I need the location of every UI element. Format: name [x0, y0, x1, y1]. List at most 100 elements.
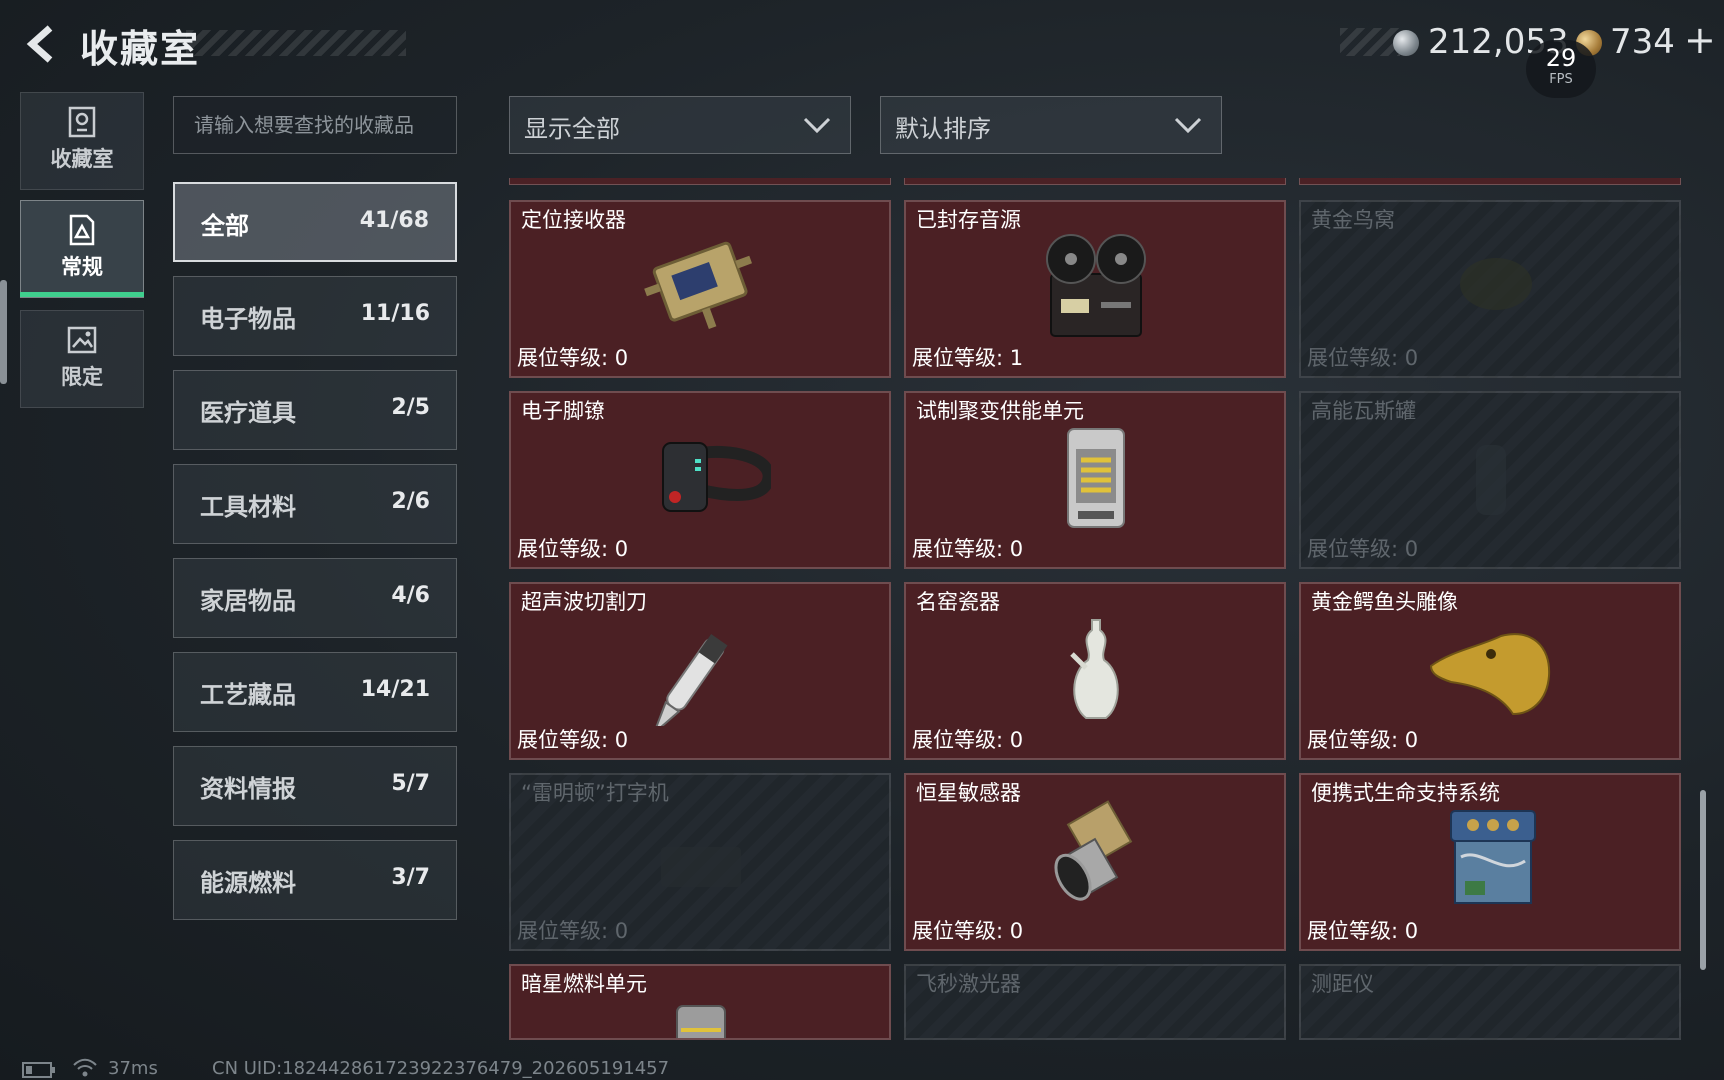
display-level: 展位等级: 0 [1307, 537, 1419, 561]
category-name: 工艺藏品 [200, 681, 296, 709]
typewriter-icon [661, 847, 741, 887]
electronic-ankle-monitor-icon [662, 442, 771, 512]
golden-crocodile-head-icon [1429, 633, 1551, 716]
chevron-down-icon [803, 117, 831, 134]
category-count: 14/21 [360, 677, 430, 702]
grid-scrollbar[interactable] [1700, 790, 1706, 970]
category-household[interactable]: 家居物品 4/6 [173, 558, 457, 638]
category-name: 医疗道具 [200, 399, 296, 427]
user-uid: CN UID:182442861723922376479_20260519145… [212, 1058, 670, 1079]
reel-tape-recorder-icon [1046, 234, 1146, 337]
left-scrollbar[interactable] [0, 280, 7, 384]
page-title: 收藏室 [80, 27, 201, 71]
category-count: 4/6 [391, 583, 430, 608]
display-level: 展位等级: 0 [517, 919, 629, 943]
filter-selected-value: 显示全部 [524, 115, 620, 143]
search-input[interactable] [173, 96, 457, 154]
ping-latency: 37ms [108, 1058, 158, 1079]
fps-counter: 29 FPS [1526, 40, 1596, 98]
porcelain-vase-icon [1070, 619, 1119, 719]
item-name: 测距仪 [1311, 972, 1374, 996]
collection-card[interactable]: 便携式生命支持系统 展位等级: 0 [1299, 773, 1681, 951]
gold-currency-amount: 734 [1610, 22, 1675, 62]
add-currency-button[interactable]: + [1684, 18, 1716, 62]
collection-card-locked[interactable]: 黄金鸟窝 展位等级: 0 [1299, 200, 1681, 378]
category-count: 3/7 [391, 865, 430, 890]
fuel-cell-icon [676, 1005, 726, 1038]
display-level: 展位等级: 1 [912, 346, 1024, 370]
collection-card[interactable]: 暗星燃料单元 [509, 964, 891, 1040]
sort-dropdown[interactable]: 默认排序 [880, 96, 1222, 154]
display-level: 展位等级: 0 [912, 728, 1024, 752]
tab-limited[interactable]: 限定 [20, 310, 144, 408]
ultrasonic-cutter-icon [653, 634, 728, 726]
chevron-down-icon [1174, 117, 1202, 134]
currency-decoration [1340, 28, 1400, 56]
display-level: 展位等级: 0 [1307, 919, 1419, 943]
tab-label: 常规 [61, 255, 103, 279]
category-intel[interactable]: 资料情报 5/7 [173, 746, 457, 826]
category-count: 11/16 [360, 301, 430, 326]
item-name: 名窑瓷器 [916, 590, 1000, 614]
item-name: 高能瓦斯罐 [1311, 399, 1416, 423]
selected-tab-indicator [20, 292, 144, 297]
collection-card[interactable]: 电子脚镣 展位等级: 0 [509, 391, 891, 569]
category-medical[interactable]: 医疗道具 2/5 [173, 370, 457, 450]
locator-receiver-icon [644, 241, 752, 330]
silver-coin-icon [1393, 30, 1419, 56]
star-sensor-icon [1054, 800, 1133, 901]
category-name: 家居物品 [200, 587, 296, 615]
collection-card[interactable]: 超声波切割刀 展位等级: 0 [509, 582, 891, 760]
battery-icon [22, 1062, 55, 1078]
sort-selected-value: 默认排序 [895, 115, 991, 143]
document-icon [69, 214, 95, 246]
category-all[interactable]: 全部 41/68 [173, 182, 457, 262]
display-level: 展位等级: 0 [1307, 728, 1419, 752]
title-decoration [186, 30, 406, 56]
display-level: 展位等级: 0 [517, 537, 629, 561]
item-name: 超声波切割刀 [521, 590, 647, 614]
collection-card-locked[interactable]: 测距仪 [1299, 964, 1681, 1040]
trophy-icon [68, 106, 96, 138]
display-level: 展位等级: 0 [912, 919, 1024, 943]
display-level: 展位等级: 0 [517, 346, 629, 370]
collection-card-locked[interactable]: “雷明顿”打字机 展位等级: 0 [509, 773, 891, 951]
collection-card[interactable]: 黄金鳄鱼头雕像 展位等级: 0 [1299, 582, 1681, 760]
tab-normal[interactable]: 常规 [20, 200, 144, 298]
display-level: 展位等级: 0 [517, 728, 629, 752]
category-name: 工具材料 [200, 493, 296, 521]
category-count: 5/7 [391, 771, 430, 796]
item-name: 飞秒激光器 [916, 972, 1021, 996]
category-count: 2/5 [391, 395, 430, 420]
wifi-icon [73, 1058, 97, 1077]
collection-card-locked[interactable]: 飞秒激光器 [904, 964, 1286, 1040]
back-arrow-icon[interactable] [20, 22, 64, 66]
category-electronics[interactable]: 电子物品 11/16 [173, 276, 457, 356]
tab-collection-room[interactable]: 收藏室 [20, 92, 144, 190]
category-fuel[interactable]: 能源燃料 3/7 [173, 840, 457, 920]
item-name: 黄金鸟窝 [1311, 208, 1395, 232]
collection-card[interactable]: 已封存音源 展位等级: 1 [904, 200, 1286, 378]
item-name: 电子脚镣 [521, 399, 605, 423]
picture-icon [67, 326, 97, 354]
golden-nest-icon [1460, 258, 1532, 310]
category-crafts[interactable]: 工艺藏品 14/21 [173, 652, 457, 732]
category-name: 资料情报 [200, 775, 296, 803]
category-tools[interactable]: 工具材料 2/6 [173, 464, 457, 544]
collection-card[interactable]: 名窑瓷器 展位等级: 0 [904, 582, 1286, 760]
filter-dropdown[interactable]: 显示全部 [509, 96, 851, 154]
grid-previous-row-edge [509, 178, 1681, 186]
category-name: 能源燃料 [200, 869, 296, 897]
collection-card[interactable]: 定位接收器 展位等级: 0 [509, 200, 891, 378]
collection-card-locked[interactable]: 高能瓦斯罐 展位等级: 0 [1299, 391, 1681, 569]
category-name: 全部 [201, 212, 249, 240]
category-count: 2/6 [391, 489, 430, 514]
collection-card[interactable]: 试制聚变供能单元 展位等级: 0 [904, 391, 1286, 569]
category-name: 电子物品 [200, 305, 296, 333]
collection-card[interactable]: 恒星敏感器 展位等级: 0 [904, 773, 1286, 951]
tab-label: 限定 [61, 365, 103, 389]
life-support-system-icon [1450, 810, 1536, 904]
fps-value: 29 [1545, 44, 1577, 72]
display-level: 展位等级: 0 [1307, 346, 1419, 370]
tab-label: 收藏室 [50, 147, 114, 171]
